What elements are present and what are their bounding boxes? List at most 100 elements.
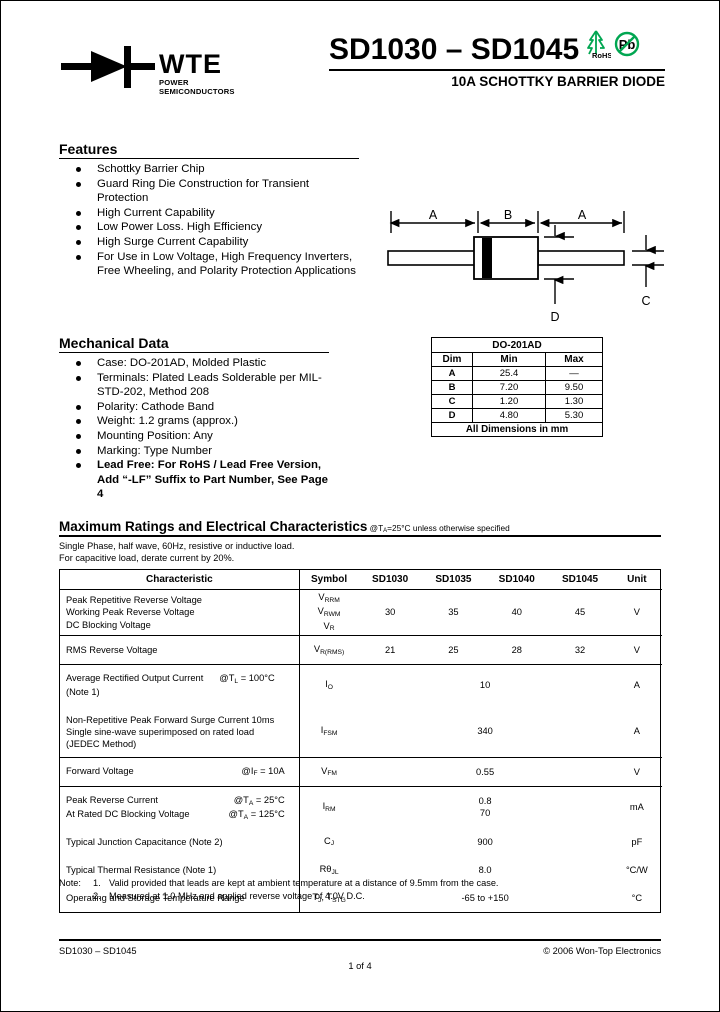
symbol-cell: IFSM (299, 705, 359, 758)
table-cell: C (431, 394, 473, 409)
ratings-table: Characteristic Symbol SD1030 SD1035 SD10… (60, 570, 662, 913)
list-item: High Surge Current Capability (59, 235, 359, 249)
dim-label-a-left: A (429, 208, 438, 222)
col-header-characteristic: Characteristic (60, 570, 300, 590)
notes-label-spacer (59, 890, 93, 903)
characteristic-line: Peak Repetitive Reverse Voltage (66, 595, 202, 605)
dim-col-header: Dim (431, 352, 473, 367)
table-row: Non-Repetitive Peak Forward Surge Curren… (60, 705, 662, 758)
max-ratings-note-line1: Single Phase, half wave, 60Hz, resistive… (59, 541, 295, 551)
table-row: DO-201AD (431, 337, 603, 353)
characteristic-line: Forward Voltage @IF = 10A (66, 765, 293, 779)
value-cell-sd1045: 32 (548, 635, 612, 666)
dim-label-c: C (641, 294, 650, 308)
unit-cell: A (611, 705, 662, 758)
note-text: Measured at 1.0 MHz and applied reverse … (109, 890, 365, 901)
mechanical-list: Case: DO-201AD, Molded Plastic Terminals… (59, 356, 329, 501)
characteristic-cell: RMS Reverse Voltage (60, 635, 300, 666)
table-cell: 4.80 (472, 408, 546, 423)
wte-logo-text: WTE (159, 49, 222, 79)
datasheet-page: WTE POWER SEMICONDUCTORS SD1030 – SD1045 (0, 0, 720, 1012)
unit-cell: A (633, 680, 640, 691)
mechanical-data-section: Mechanical Data Case: DO-201AD, Molded P… (59, 335, 329, 502)
dim-label-a-right: A (578, 208, 587, 222)
max-ratings-condition: @TA=25°C unless otherwise specified (367, 523, 510, 535)
col-header-sd1040: SD1040 (485, 570, 549, 590)
note-number: 2. (93, 890, 101, 901)
characteristic-cell: Non-Repetitive Peak Forward Surge Curren… (60, 705, 300, 758)
ratings-table-wrapper: Characteristic Symbol SD1030 SD1035 SD10… (59, 569, 662, 914)
table-row: Peak Reverse Current @TA = 25°C At Rated… (60, 786, 662, 828)
dimensions-table: DO-201AD Dim Min Max A 25.4 — B 7.20 9.5… (431, 337, 603, 437)
note-number: 1. (93, 878, 101, 888)
list-item: Weight: 1.2 grams (approx.) (59, 414, 329, 428)
symbol-cell: VRRM VRWM VR (299, 589, 359, 636)
list-item: Polarity: Cathode Band (59, 400, 329, 414)
list-item: Marking: Type Number (59, 444, 329, 458)
features-list: Schottky Barrier Chip Guard Ring Die Con… (59, 162, 359, 278)
list-item: Lead Free: For RoHS / Lead Free Version,… (59, 458, 329, 501)
value-cell-sd1030: 30 (358, 589, 422, 636)
wte-logo: WTE POWER SEMICONDUCTORS (61, 41, 261, 99)
table-cell: 7.20 (472, 380, 546, 395)
characteristic-line: Single sine-wave superimposed on rated l… (66, 727, 255, 738)
dim-table-footer: All Dimensions in mm (431, 422, 603, 437)
characteristic-line: Peak Reverse Current @TA = 25°C (66, 794, 293, 808)
footer-left: SD1030 – SD1045 (59, 946, 137, 956)
characteristic-cell: Average Rectified Output Current @TL = 1… (60, 664, 300, 706)
unit-cell: V (611, 589, 662, 636)
footer-right: © 2006 Won-Top Electronics (543, 946, 661, 956)
table-row: C 1.20 1.30 (431, 394, 603, 409)
table-row: Average Rectified Output Current @TL = 1… (60, 664, 662, 706)
value-cell-all: 10 (479, 680, 491, 691)
table-row: Forward Voltage @IF = 10A VFM 0.55 V (60, 757, 662, 787)
characteristic-text: Peak Reverse Current (66, 794, 158, 805)
characteristic-condition: @TL = 100°C (219, 673, 275, 685)
col-header-sd1045: SD1045 (548, 570, 612, 590)
table-cell: B (431, 380, 473, 395)
characteristic-line: Average Rectified Output Current @TL = 1… (66, 672, 293, 686)
list-item: For Use in Low Voltage, High Frequency I… (59, 250, 359, 278)
list-item: Schottky Barrier Chip (59, 162, 359, 176)
notes-label: Note: (59, 878, 81, 888)
table-row: RMS Reverse Voltage VR(RMS) 21 25 28 32 … (60, 635, 662, 666)
page-subtitle: 10A SCHOTTKY BARRIER DIODE (451, 74, 665, 89)
characteristic-line: At Rated DC Blocking Voltage @TA = 125°C (66, 808, 293, 822)
table-row: Dim Min Max (431, 352, 603, 367)
unit-cell: mA (629, 802, 644, 813)
characteristic-cell: Forward Voltage @IF = 10A (60, 757, 300, 787)
unit-cell: pF (631, 836, 643, 847)
symbol-cell: VR(RMS) (299, 635, 359, 666)
table-cell: 1.30 (545, 394, 603, 409)
symbol-line: VRWM (317, 606, 341, 618)
characteristic-text: At Rated DC Blocking Voltage (66, 809, 190, 820)
table-row: D 4.80 5.30 (431, 408, 603, 423)
features-heading: Features (59, 141, 359, 159)
characteristic-cell: Typical Junction Capacitance (Note 2) (60, 827, 300, 856)
value-cell-all: 0.8 70 (358, 786, 611, 827)
list-item: Case: DO-201AD, Molded Plastic (59, 356, 329, 370)
table-row: Typical Junction Capacitance (Note 2) CJ… (60, 827, 662, 856)
value-line: 70 (479, 808, 491, 819)
notes-section: Note: 1. Valid provided that leads are k… (59, 877, 669, 902)
characteristic-condition: @IF = 10A (241, 765, 285, 778)
footer-page-number: 1 of 4 (348, 961, 372, 971)
value-cell-sd1030: 21 (358, 635, 422, 666)
footer-row: SD1030 – SD1045 © 2006 Won-Top Electroni… (59, 941, 661, 956)
table-row: Peak Repetitive Reverse Voltage Working … (60, 589, 662, 636)
characteristic-cell: Peak Reverse Current @TA = 25°C At Rated… (60, 786, 300, 828)
table-cell: — (545, 366, 603, 381)
value-cell-sd1035: 25 (421, 635, 486, 666)
dim-table-caption: DO-201AD (431, 337, 603, 353)
symbol-line: VR (323, 620, 335, 633)
table-cell: 1.20 (472, 394, 546, 409)
table-cell: 9.50 (545, 380, 603, 395)
characteristic-line: Non-Repetitive Peak Forward Surge Curren… (66, 714, 275, 725)
symbol-line: VRRM (318, 592, 340, 604)
table-cell: 25.4 (472, 366, 546, 381)
lead-free-pb-icon: Pb (614, 29, 640, 64)
symbol-cell: IO (325, 679, 333, 691)
title-block: SD1030 – SD1045 RoHS 10A SCHOTTKY BARRIE… (329, 29, 669, 89)
col-header-sd1030: SD1030 (358, 570, 422, 590)
dim-col-header: Max (545, 352, 603, 367)
